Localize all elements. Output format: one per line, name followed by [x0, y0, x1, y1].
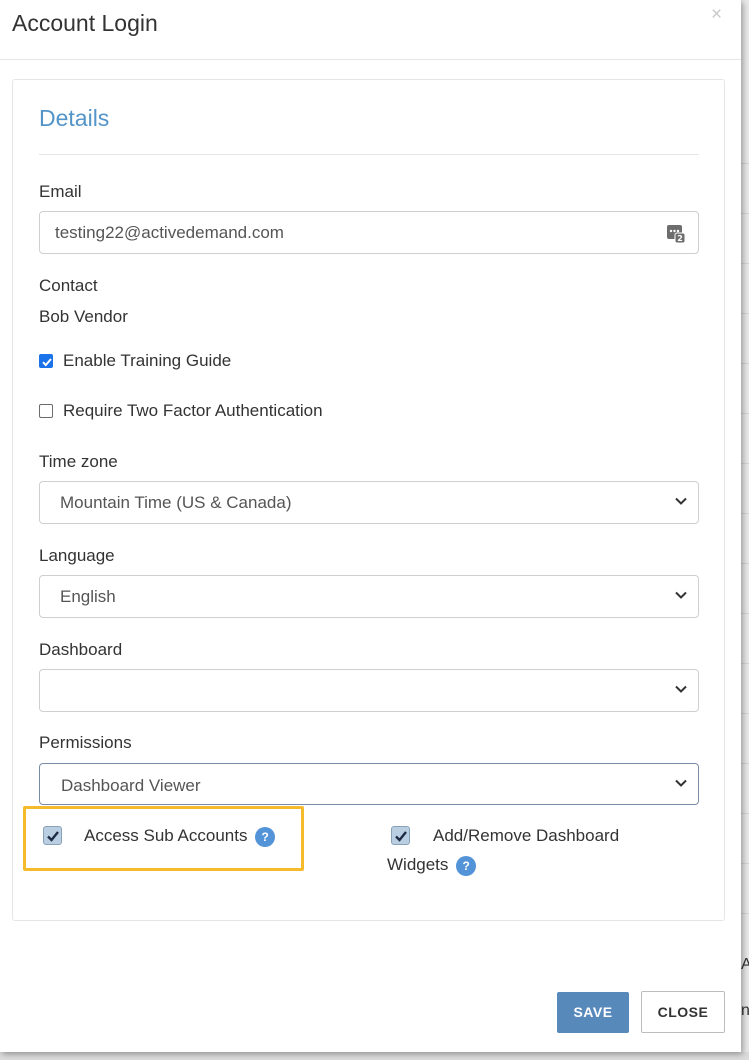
svg-text:2: 2: [677, 234, 683, 243]
dashboard-select[interactable]: [39, 669, 699, 712]
chevron-down-icon: [675, 497, 687, 505]
email-value: testing22@activedemand.com: [55, 223, 284, 242]
permissions-select[interactable]: Dashboard Viewer: [39, 763, 699, 805]
language-label: Language: [39, 546, 115, 565]
timezone-select[interactable]: Mountain Time (US & Canada): [39, 481, 699, 524]
background-text-a: A: [741, 956, 749, 973]
enable-training-guide-label: Enable Training Guide: [63, 351, 232, 370]
modal-title: Account Login: [12, 10, 158, 36]
dashboard-label: Dashboard: [39, 640, 123, 659]
two-factor-label: Require Two Factor Authentication: [63, 401, 323, 420]
background-text-n: n: [741, 1002, 749, 1019]
save-button[interactable]: SAVE: [557, 992, 629, 1033]
add-remove-widgets-checkbox[interactable]: [391, 826, 410, 845]
chevron-down-icon: [675, 591, 687, 599]
contact-value: Bob Vendor: [39, 307, 128, 326]
email-field[interactable]: testing22@activedemand.com 2: [39, 211, 699, 254]
password-manager-icon[interactable]: 2: [666, 222, 686, 244]
close-button[interactable]: CLOSE: [641, 991, 725, 1033]
help-icon[interactable]: ?: [456, 855, 477, 876]
chevron-down-icon: [675, 779, 687, 787]
timezone-label: Time zone: [39, 452, 118, 471]
two-factor-checkbox[interactable]: [39, 404, 53, 418]
background-page-bottom: [0, 1052, 749, 1060]
access-sub-accounts-option: Access Sub Accounts ?: [84, 826, 276, 847]
add-remove-widgets-option: Widgets ?: [387, 855, 477, 876]
add-remove-widgets-label-line1: Add/Remove Dashboard: [433, 826, 620, 845]
enable-training-guide-option[interactable]: Enable Training Guide: [39, 351, 231, 371]
chevron-down-icon: [675, 685, 687, 693]
permissions-label: Permissions: [39, 733, 132, 752]
details-panel: Details Email testing22@activedemand.com…: [12, 79, 725, 921]
account-login-modal: Account Login × Details Email testing22@…: [0, 0, 741, 1052]
access-sub-accounts-label: Access Sub Accounts: [84, 826, 248, 845]
access-sub-accounts-checkbox[interactable]: [43, 826, 62, 845]
two-factor-option[interactable]: Require Two Factor Authentication: [39, 401, 323, 421]
help-icon[interactable]: ?: [255, 826, 276, 847]
contact-label: Contact: [39, 276, 98, 295]
permissions-value: Dashboard Viewer: [61, 776, 201, 795]
modal-header: Account Login ×: [0, 0, 741, 60]
email-label: Email: [39, 182, 82, 201]
add-remove-widgets-label-line2: Widgets: [387, 855, 449, 874]
section-title-details: Details: [39, 105, 110, 131]
background-page-edge: [741, 0, 749, 1060]
enable-training-guide-checkbox[interactable]: [39, 354, 53, 368]
section-divider: [39, 154, 699, 155]
language-select[interactable]: English: [39, 575, 699, 618]
timezone-value: Mountain Time (US & Canada): [60, 493, 292, 512]
close-icon[interactable]: ×: [711, 4, 722, 26]
language-value: English: [60, 587, 116, 606]
